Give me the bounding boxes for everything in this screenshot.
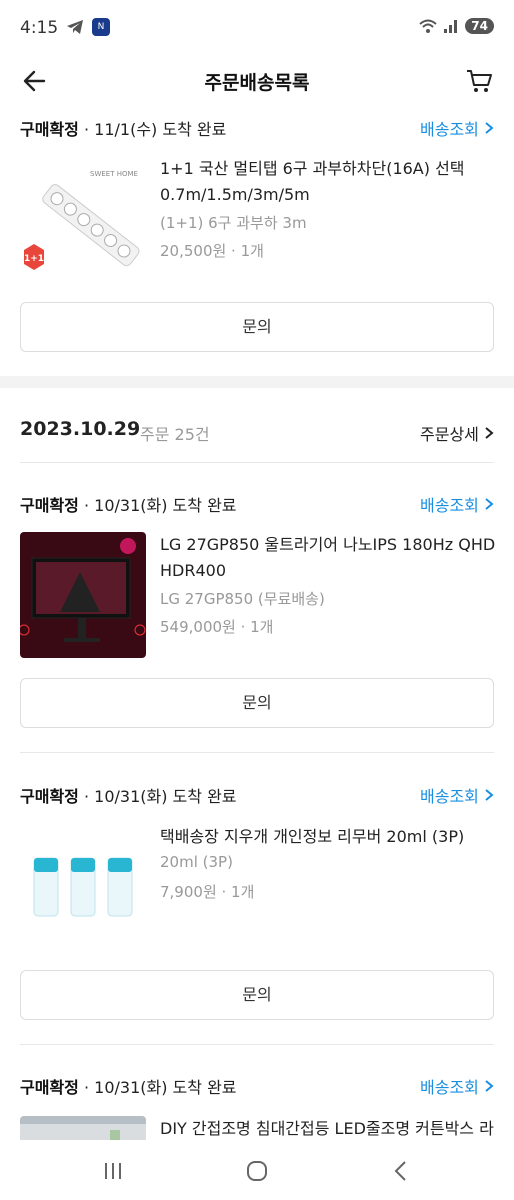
cart-icon bbox=[467, 70, 492, 92]
page-header: 주문배송목록 bbox=[0, 56, 514, 106]
product-name[interactable]: DIY 간접조명 침대간접등 LED줄조명 커튼박스 라 bbox=[160, 1116, 496, 1140]
product-option: (1+1) 6구 과부하 3m bbox=[160, 214, 307, 232]
wifi-icon bbox=[419, 19, 437, 33]
product-option: 20ml (3P) bbox=[160, 853, 233, 871]
divider bbox=[20, 1044, 494, 1045]
track-delivery-link[interactable]: 배송조회 bbox=[420, 783, 494, 807]
product-image-remover[interactable] bbox=[20, 824, 146, 950]
status-bar: 4:15 N 74 bbox=[0, 0, 514, 56]
product-option: LG 27GP850 (무료배송) bbox=[160, 590, 325, 608]
order-list[interactable]: 구매확정 · 11/1(수) 도착 완료 배송조회 SWEET HOME 1+1… bbox=[0, 106, 514, 1140]
order-count: 주문 25건 bbox=[140, 425, 210, 444]
product-brand-label: SWEET HOME bbox=[90, 170, 138, 178]
order-detail-link[interactable]: 주문상세 bbox=[420, 421, 494, 445]
recent-apps-button[interactable] bbox=[98, 1156, 128, 1186]
home-icon bbox=[247, 1161, 267, 1181]
page-title: 주문배송목록 bbox=[204, 72, 310, 94]
status-time: 4:15 bbox=[20, 18, 59, 38]
product-image-led[interactable] bbox=[20, 1116, 146, 1140]
back-icon bbox=[394, 1161, 406, 1181]
cart-button[interactable] bbox=[464, 66, 494, 96]
track-delivery-link[interactable]: 배송조회 bbox=[420, 116, 494, 140]
chevron-right-icon bbox=[485, 427, 494, 439]
section-divider bbox=[0, 376, 514, 388]
product-name[interactable]: LG 27GP850 울트라기어 나노IPS 180Hz QHD HDR400 bbox=[160, 532, 496, 584]
product-image-multitap[interactable]: SWEET HOME 1+1 bbox=[20, 156, 146, 282]
order-group-header: 2023.10.29 주문 25건 주문상세 bbox=[20, 418, 494, 448]
product-name[interactable]: 1+1 국산 멀티탭 6구 과부하차단(16A) 선택 0.7m/1.5m/3m… bbox=[160, 156, 496, 208]
track-delivery-link[interactable]: 배송조회 bbox=[420, 492, 494, 516]
home-button[interactable] bbox=[242, 1156, 272, 1186]
product-price: 20,500원 · 1개 bbox=[160, 242, 264, 260]
order-status: 구매확정 bbox=[20, 787, 79, 806]
order-status: 구매확정 bbox=[20, 120, 79, 139]
divider bbox=[20, 462, 494, 463]
signal-icon bbox=[444, 20, 458, 33]
chevron-right-icon bbox=[485, 1080, 494, 1092]
chevron-right-icon bbox=[485, 789, 494, 801]
product-image-monitor[interactable] bbox=[20, 532, 146, 658]
delivery-status: · 11/1(수) 도착 완료 bbox=[78, 120, 227, 139]
product-price: 549,000원 · 1개 bbox=[160, 618, 274, 636]
order-status: 구매확정 bbox=[20, 1078, 79, 1097]
telegram-icon bbox=[67, 20, 83, 34]
delivery-status: · 10/31(화) 도착 완료 bbox=[78, 787, 237, 806]
inquiry-button[interactable]: 문의 bbox=[20, 678, 494, 728]
inquiry-button[interactable]: 문의 bbox=[20, 302, 494, 352]
divider bbox=[20, 752, 494, 753]
battery-indicator: 74 bbox=[465, 18, 494, 34]
delivery-status: · 10/31(화) 도착 완료 bbox=[78, 496, 237, 515]
order-status: 구매확정 bbox=[20, 496, 79, 515]
chevron-right-icon bbox=[485, 498, 494, 510]
delivery-status: · 10/31(화) 도착 완료 bbox=[78, 1078, 237, 1097]
product-name[interactable]: 택배송장 지우개 개인정보 리무버 20ml (3P) bbox=[160, 824, 496, 850]
order-date: 2023.10.29 bbox=[20, 418, 141, 440]
track-delivery-link[interactable]: 배송조회 bbox=[420, 1074, 494, 1098]
recent-apps-icon bbox=[105, 1163, 121, 1179]
promo-badge-label: 1+1 bbox=[24, 254, 44, 264]
app-notification-icon: N bbox=[92, 18, 110, 36]
chevron-right-icon bbox=[485, 122, 494, 134]
system-nav-bar bbox=[0, 1140, 514, 1200]
nav-back-button[interactable] bbox=[386, 1156, 416, 1186]
inquiry-button[interactable]: 문의 bbox=[20, 970, 494, 1020]
product-price: 7,900원 · 1개 bbox=[160, 883, 255, 901]
